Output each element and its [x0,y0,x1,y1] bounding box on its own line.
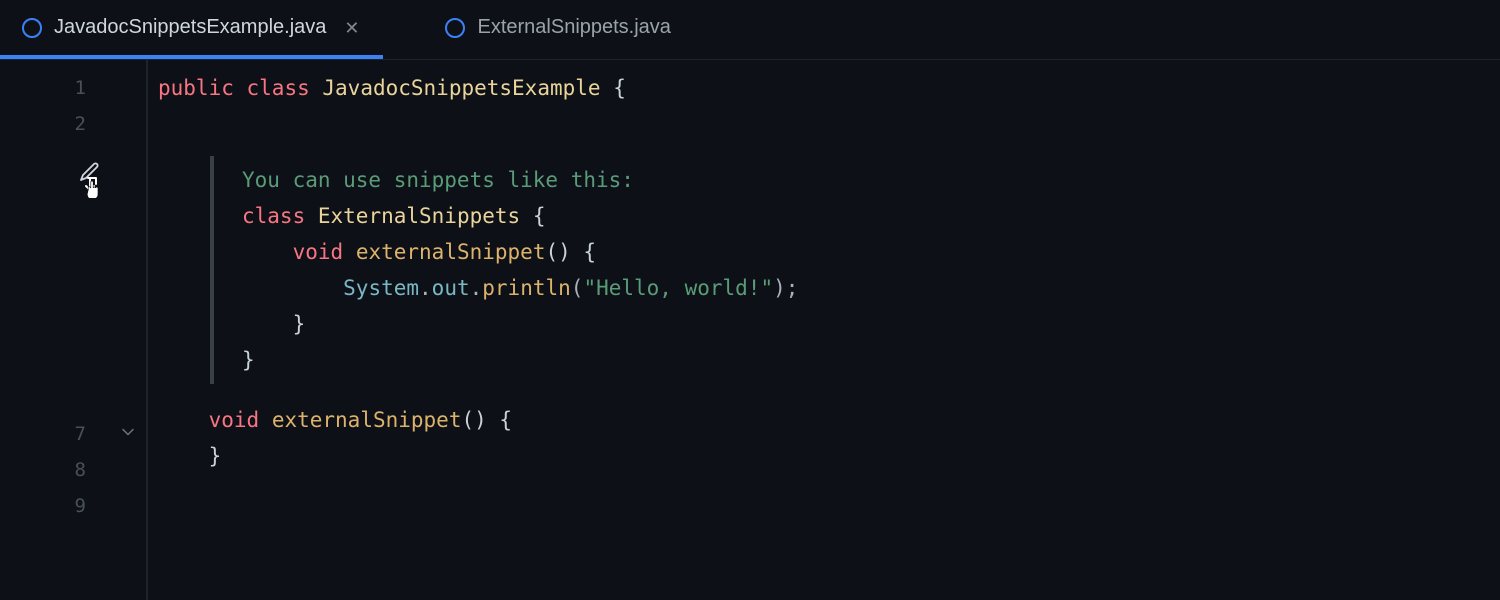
snippet-line: class ExternalSnippets { [242,198,1500,234]
line-number: 9 [75,495,86,517]
java-file-icon [22,18,42,38]
line-number: 2 [75,113,86,135]
code-line[interactable] [158,106,1500,142]
tab-label: JavadocSnippetsExample.java [54,16,326,39]
javadoc-snippet-block: You can use snippets like this: class Ex… [210,156,1500,384]
line-number: 8 [75,459,86,481]
snippet-line: } [242,306,1500,342]
snippet-line: } [242,342,1500,378]
line-number: 1 [75,77,86,99]
code-area[interactable]: public class JavadocSnippetsExample { Yo… [148,60,1500,600]
code-line[interactable]: public class JavadocSnippetsExample { [158,70,1500,106]
snippet-line: System.out.println("Hello, world!"); [242,270,1500,306]
code-line[interactable] [158,474,1500,510]
snippet-line: void externalSnippet() { [242,234,1500,270]
tab-label: ExternalSnippets.java [477,16,670,39]
code-editor[interactable]: 1 2 7 8 9 [0,60,1500,600]
gutter: 1 2 7 8 9 [0,60,148,600]
code-line[interactable]: } [158,438,1500,474]
javadoc-text: You can use snippets like this: [242,162,1500,198]
java-file-icon [445,18,465,38]
chevron-down-icon[interactable] [120,424,136,445]
code-line[interactable]: void externalSnippet() { [158,402,1500,438]
tab-external-snippets[interactable]: ExternalSnippets.java [423,0,688,59]
tab-javadoc-snippets-example[interactable]: JavadocSnippetsExample.java ✕ [0,0,383,59]
line-number: 7 [75,423,86,445]
tab-bar: JavadocSnippetsExample.java ✕ ExternalSn… [0,0,1500,60]
close-icon[interactable]: ✕ [338,19,365,37]
